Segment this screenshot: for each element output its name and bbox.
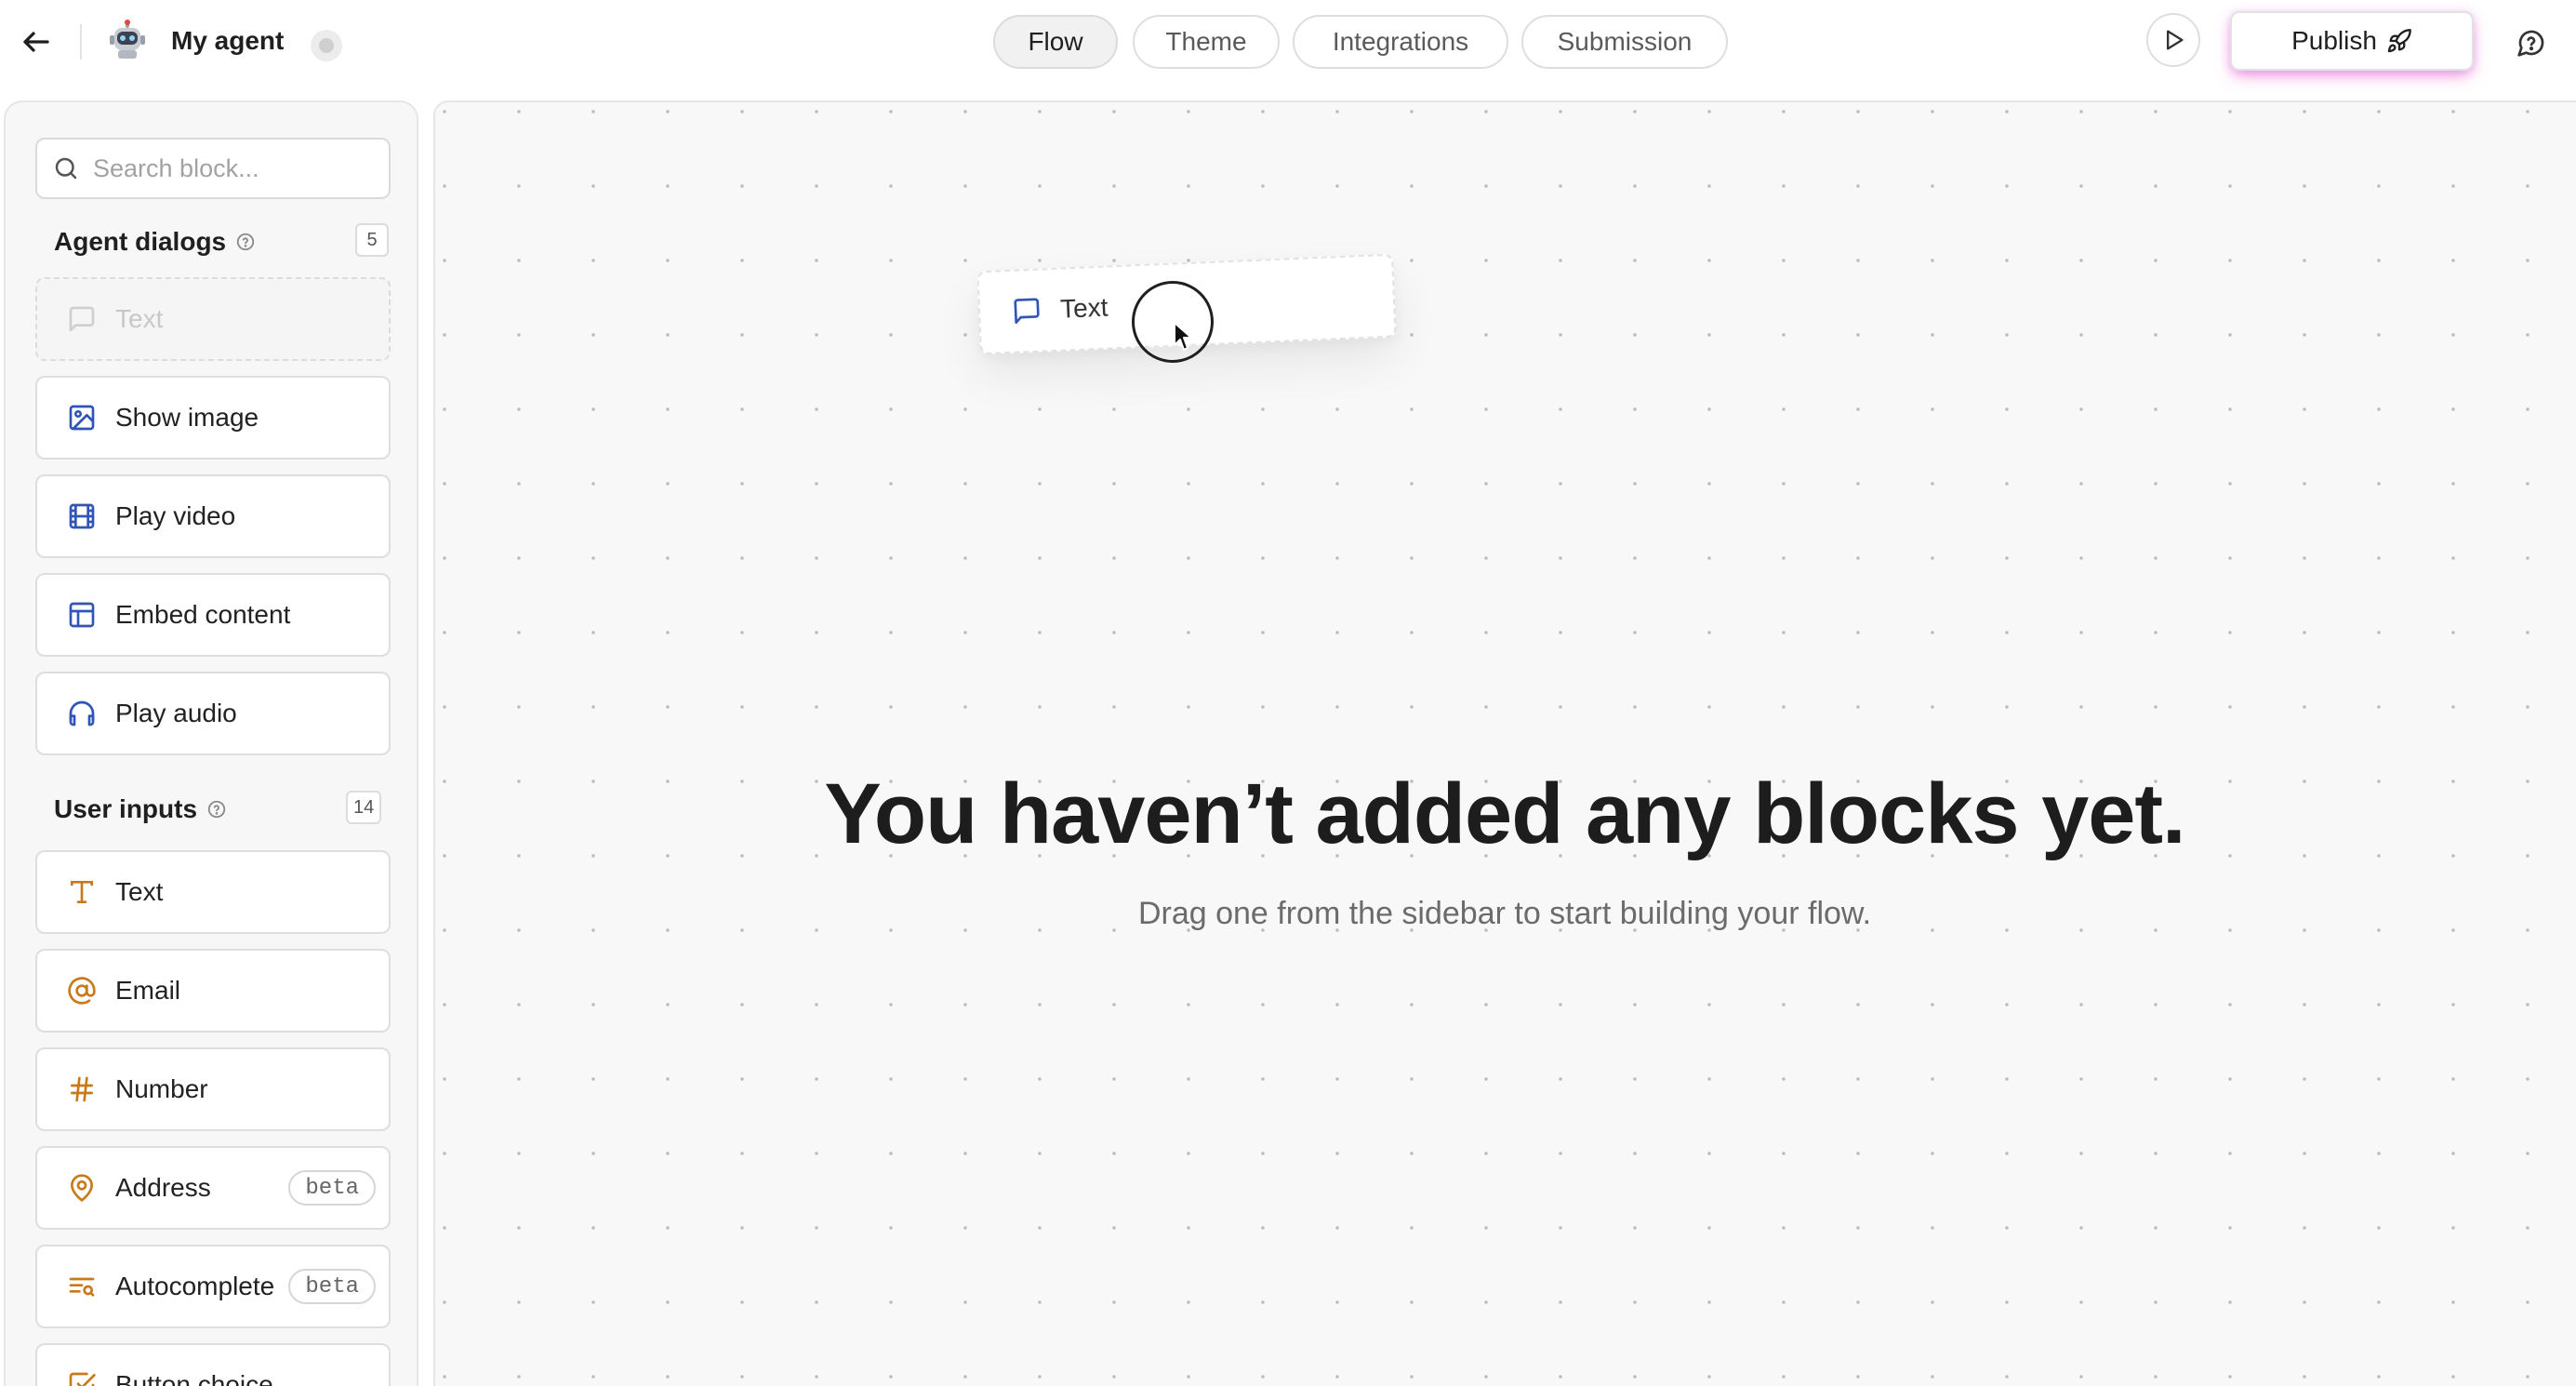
block-text-placeholder: Text — [35, 277, 391, 361]
at-sign-icon — [68, 977, 96, 1005]
block-play-video[interactable]: Play video — [35, 474, 391, 558]
play-icon — [2167, 30, 2184, 50]
search-icon — [55, 157, 77, 180]
search-input[interactable] — [93, 153, 372, 183]
user-inputs-count: 14 — [346, 791, 382, 824]
tab-submission[interactable]: Submission — [1521, 15, 1728, 69]
block-label: Embed content — [115, 600, 291, 629]
search-box[interactable] — [35, 138, 391, 199]
publish-label: Publish — [2291, 26, 2377, 55]
block-input-text[interactable]: Text — [35, 850, 391, 934]
user-inputs-header: User inputs — [54, 791, 227, 828]
tab-integrations[interactable]: Integrations — [1293, 15, 1508, 69]
headphones-icon — [69, 700, 95, 726]
help-circle-icon[interactable] — [235, 232, 256, 252]
help-chat-button[interactable] — [2511, 22, 2552, 63]
block-label: Text — [115, 877, 164, 906]
block-label: Email — [115, 976, 181, 1005]
layout-icon — [69, 602, 95, 628]
empty-state-title: You haven’t added any blocks yet. — [824, 766, 2185, 861]
arrow-left-icon — [23, 32, 49, 52]
checkbox-icon — [69, 1372, 96, 1386]
back-button[interactable] — [17, 22, 56, 61]
block-label: Autocomplete — [115, 1272, 275, 1300]
block-play-audio[interactable]: Play audio — [35, 672, 391, 755]
block-sidebar: Agent dialogs 5 Text Show image Play vid… — [4, 100, 418, 1386]
user-inputs-title: User inputs — [54, 794, 198, 823]
tab-flow[interactable]: Flow — [993, 15, 1118, 69]
block-input-button-choice[interactable]: Button choice — [35, 1343, 391, 1386]
preview-button[interactable] — [2146, 13, 2200, 67]
block-label: Address — [115, 1173, 211, 1202]
tab-theme[interactable]: Theme — [1133, 15, 1280, 69]
block-embed-content[interactable]: Embed content — [35, 573, 391, 657]
block-label: Button choice — [115, 1370, 273, 1386]
block-input-address[interactable]: Address beta — [35, 1146, 391, 1230]
empty-state-subtitle: Drag one from the sidebar to start build… — [1137, 896, 1872, 931]
agent-dialogs-header: Agent dialogs — [54, 223, 256, 260]
beta-badge: beta — [288, 1170, 376, 1206]
block-input-email[interactable]: Email — [35, 949, 391, 1033]
drag-block-label: Text — [1059, 292, 1109, 324]
rocket-icon — [2387, 29, 2411, 53]
block-input-autocomplete[interactable]: Autocomplete beta — [35, 1245, 391, 1328]
mouse-pointer-icon — [1174, 322, 1192, 351]
image-icon — [69, 405, 95, 431]
help-circle-icon[interactable] — [206, 799, 227, 820]
type-icon — [71, 881, 93, 903]
map-pin-icon — [71, 1174, 93, 1202]
block-label: Play video — [115, 501, 236, 530]
block-label: Play audio — [115, 699, 237, 727]
agent-name[interactable]: My agent — [171, 24, 284, 58]
film-icon — [69, 503, 95, 529]
block-label: Number — [115, 1074, 208, 1103]
agent-dialogs-title: Agent dialogs — [54, 227, 227, 256]
status-indicator — [311, 30, 342, 61]
publish-button[interactable]: Publish — [2230, 11, 2474, 71]
message-square-icon — [69, 306, 95, 332]
robot-avatar-icon — [110, 20, 145, 59]
block-label: Show image — [115, 403, 259, 432]
divider — [80, 24, 82, 60]
top-bar: My agent Flow Theme Integrations Submiss… — [0, 0, 2576, 100]
beta-badge: beta — [288, 1269, 376, 1304]
agent-dialogs-count: 5 — [355, 223, 389, 257]
message-question-icon — [2517, 30, 2544, 57]
block-input-number[interactable]: Number — [35, 1047, 391, 1131]
flow-canvas[interactable] — [433, 100, 2576, 1386]
list-search-icon — [69, 1277, 95, 1297]
message-square-icon — [1014, 298, 1040, 325]
block-label: Text — [115, 304, 164, 333]
hash-icon — [71, 1076, 93, 1102]
block-show-image[interactable]: Show image — [35, 376, 391, 460]
